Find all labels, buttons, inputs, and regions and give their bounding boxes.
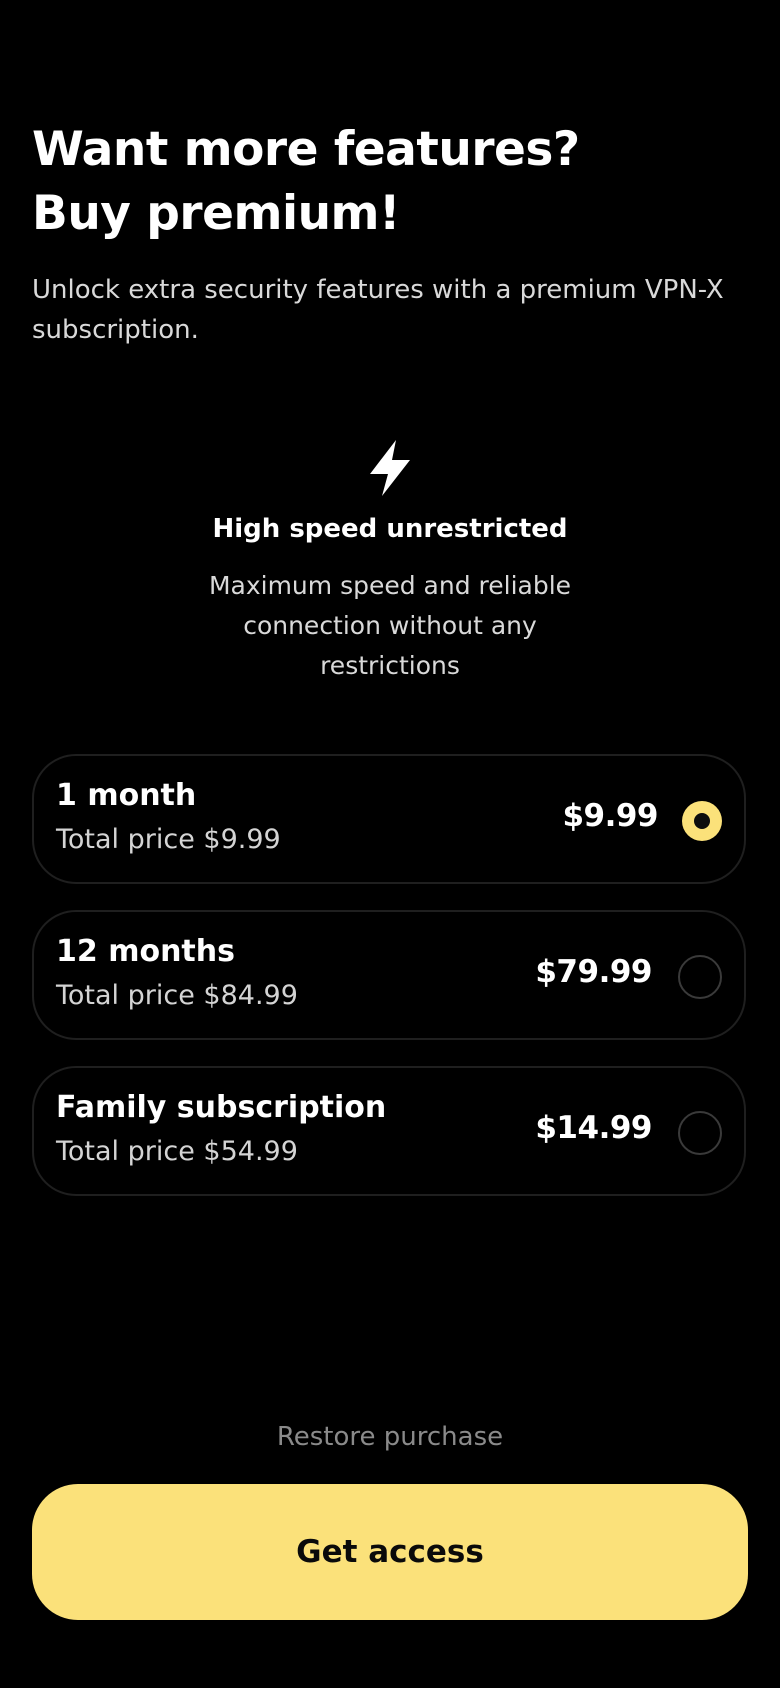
feature-description: Maximum speed and reliable connection wi…	[208, 571, 572, 680]
plan-radio[interactable]	[678, 955, 722, 999]
lightning-bolt-icon	[370, 440, 410, 496]
plan-radio-selected[interactable]	[682, 801, 722, 841]
feature-title: High speed unrestricted	[212, 514, 568, 544]
plan-total-price: Total price $9.99	[56, 824, 281, 855]
restore-purchase-link[interactable]: Restore purchase	[0, 1422, 780, 1452]
title-line-1: Want more features?	[32, 122, 580, 177]
plan-price: $14.99	[535, 1110, 652, 1146]
plan-price: $9.99	[562, 798, 658, 834]
plan-option-12-months[interactable]: 12 months Total price $84.99 $79.99	[32, 910, 746, 1040]
page-subtitle: Unlock extra security features with a pr…	[32, 275, 724, 345]
plan-radio[interactable]	[678, 1111, 722, 1155]
plan-name: 12 months	[56, 934, 235, 969]
plan-option-family[interactable]: Family subscription Total price $54.99 $…	[32, 1066, 746, 1196]
page-title: Want more features? Buy premium!	[32, 118, 580, 246]
plan-option-1-month[interactable]: 1 month Total price $9.99 $9.99	[32, 754, 746, 884]
plan-name: Family subscription	[56, 1090, 387, 1125]
plan-name: 1 month	[56, 778, 197, 813]
title-line-2: Buy premium!	[32, 186, 400, 241]
plan-total-price: Total price $84.99	[56, 980, 298, 1011]
plan-total-price: Total price $54.99	[56, 1136, 298, 1167]
plan-price: $79.99	[535, 954, 652, 990]
get-access-button[interactable]: Get access	[32, 1484, 748, 1620]
